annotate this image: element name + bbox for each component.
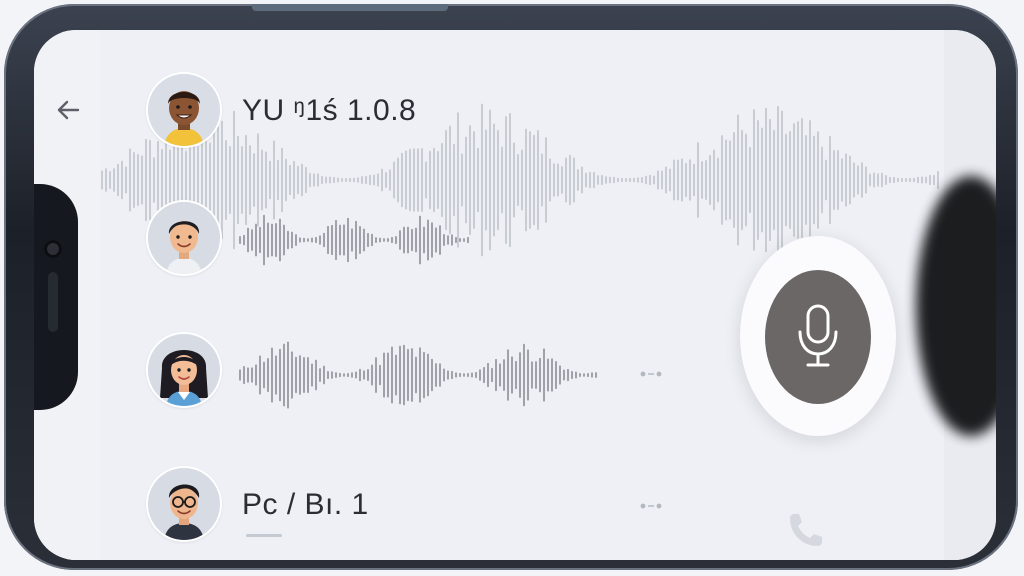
avatar-woman-icon [148,334,220,406]
avatar-man-glasses-icon [148,468,220,540]
avatar-participant-3[interactable] [148,334,220,406]
avatar-participant-1[interactable] [148,74,220,146]
typing-indicator [640,503,662,509]
phone-side-button [252,4,448,11]
back-button[interactable] [52,94,84,126]
avatar-man-dark-skin-icon [148,74,220,146]
speaker [48,272,58,332]
typing-indicator [640,371,662,377]
participant-name: Pc / Bı. 1 [242,488,369,521]
mic-button[interactable] [765,270,871,404]
phone-icon [790,514,822,546]
participant-name: YU ᵑ1ś 1.0.8 [242,94,417,127]
screen: YU ᵑ1ś 1.0.8 Pc / Bı. 1 [34,30,996,560]
camera [44,240,62,258]
microphone-icon [798,304,838,367]
avatar-man-light-icon [148,202,220,274]
phone-frame: YU ᵑ1ś 1.0.8 Pc / Bı. 1 [4,4,1018,570]
voice-waveform [239,214,469,266]
avatar-participant-2[interactable] [148,202,220,274]
call-button[interactable] [784,508,828,557]
phone-notch [34,184,78,410]
status-line [246,534,282,537]
arrow-left-icon [57,100,80,120]
voice-waveform [239,341,597,409]
avatar-participant-4[interactable] [148,468,220,540]
